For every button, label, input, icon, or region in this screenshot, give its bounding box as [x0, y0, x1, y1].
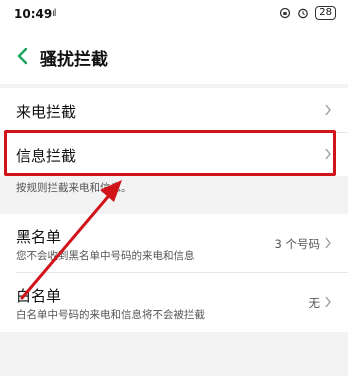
- page-title: 骚扰拦截: [40, 50, 108, 70]
- alarm-icon: [298, 8, 309, 19]
- signal-icon: ıl: [52, 8, 56, 19]
- blacklist-count: 3 个号码: [274, 237, 320, 251]
- call-block-row[interactable]: 来电拦截: [0, 88, 348, 132]
- whitelist-label: 白名单: [16, 287, 62, 305]
- back-arrow-icon[interactable]: [14, 46, 32, 66]
- lock-rotation-icon: [280, 7, 291, 19]
- call-block-label: 来电拦截: [16, 103, 77, 121]
- status-bar: 10:49 ıl 28: [0, 0, 348, 28]
- whitelist-value: 无: [308, 296, 321, 310]
- blacklist-label: 黑名单: [16, 228, 62, 246]
- whitelist-description: 白名单中号码的来电和信息将不会被拦截: [16, 309, 205, 321]
- status-time: 10:49: [14, 7, 53, 21]
- app-bar: 骚扰拦截: [0, 28, 348, 84]
- blacklist-row[interactable]: 黑名单 您不会收到黑名单中号码的来电和信息 3 个号码: [0, 214, 348, 272]
- lists-card: 黑名单 您不会收到黑名单中号码的来电和信息 3 个号码 白名单 白名单中号码的来…: [0, 214, 348, 332]
- block-rule-hint: 按规则拦截来电和信息。: [16, 182, 132, 194]
- status-right: 28: [279, 6, 336, 20]
- highlight-box: [4, 130, 336, 176]
- chevron-right-icon: [325, 237, 331, 249]
- chevron-right-icon: [325, 296, 331, 308]
- battery-icon: 28: [315, 6, 336, 20]
- chevron-right-icon: [325, 104, 331, 116]
- blacklist-description: 您不会收到黑名单中号码的来电和信息: [16, 250, 195, 262]
- whitelist-row[interactable]: 白名单 白名单中号码的来电和信息将不会被拦截 无: [0, 273, 348, 331]
